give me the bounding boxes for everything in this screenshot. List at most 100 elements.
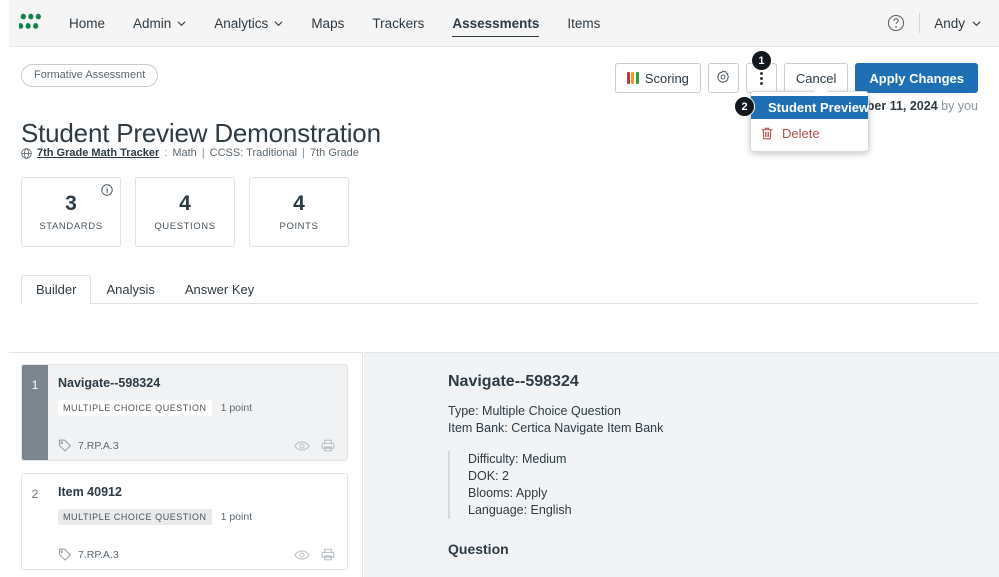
tag-icon [58, 439, 71, 452]
menu-item-delete[interactable]: Delete [751, 119, 868, 146]
stat-label: QUESTIONS [154, 221, 215, 232]
question-number: 2 [22, 474, 48, 569]
trash-icon [760, 126, 774, 141]
nav-item-admin[interactable]: Admin [119, 0, 200, 46]
stat-value: 4 [179, 193, 191, 214]
page-title: Student Preview Demonstration [21, 118, 381, 149]
question-meta: MULTIPLE CHOICE QUESTION 1 point [58, 400, 335, 416]
more-options-dropdown: Student Preview Delete [750, 91, 869, 152]
stat-label: POINTS [280, 221, 319, 232]
kebab-icon [760, 72, 763, 85]
nav-item-label: Trackers [372, 16, 424, 31]
menu-item-label: Delete [782, 126, 820, 141]
nav-item-items[interactable]: Items [553, 0, 614, 46]
more-options-button[interactable]: 1 [746, 63, 777, 93]
question-standard: 7.RP.A.3 [58, 439, 119, 452]
preview-eye-icon[interactable] [294, 440, 310, 452]
question-detail-pane: Navigate--598324 Type: Multiple Choice Q… [364, 352, 999, 577]
stat-value: 3 [65, 193, 77, 214]
question-list-item-1[interactable]: 1 Navigate--598324 MULTIPLE CHOICE QUEST… [21, 364, 348, 461]
question-body: Item 40912 MULTIPLE CHOICE QUESTION 1 po… [48, 474, 347, 569]
summary-stat-cards: 3 STANDARDS 4 QUESTIONS 4 POINTS [21, 177, 349, 247]
detail-language: Language: English [468, 502, 999, 519]
stat-card-standards: 3 STANDARDS [21, 177, 121, 247]
question-tools [294, 548, 335, 561]
step-badge-1: 1 [751, 50, 772, 71]
chevron-down-icon [274, 19, 283, 28]
detail-title: Navigate--598324 [448, 373, 999, 391]
question-standard-code: 7.RP.A.3 [78, 440, 119, 452]
detail-scrollbar[interactable] [990, 353, 999, 577]
apply-changes-button[interactable]: Apply Changes [855, 63, 978, 93]
nav-item-maps[interactable]: Maps [297, 0, 358, 46]
breadcrumb-pipe: | [302, 147, 305, 159]
tab-builder[interactable]: Builder [21, 275, 91, 304]
tag-icon [58, 548, 71, 561]
nav-divider [919, 13, 920, 33]
question-number: 1 [22, 365, 48, 460]
step-badge-2: 2 [734, 96, 755, 117]
nav-item-trackers[interactable]: Trackers [358, 0, 438, 46]
globe-icon [21, 148, 32, 159]
question-type-badge: MULTIPLE CHOICE QUESTION [58, 400, 212, 416]
settings-button[interactable] [708, 63, 739, 93]
question-title: Navigate--598324 [58, 376, 335, 390]
detail-item-bank: Item Bank: Certica Navigate Item Bank [448, 420, 999, 437]
nav-item-label: Items [567, 16, 600, 31]
breadcrumb-standard-set: CCSS: Traditional [210, 147, 297, 159]
print-icon[interactable] [321, 548, 335, 561]
nav-right-group: Andy [887, 13, 999, 33]
tab-analysis[interactable]: Analysis [91, 275, 169, 304]
stat-value: 4 [293, 193, 305, 214]
builder-panel: 1 Navigate--598324 MULTIPLE CHOICE QUEST… [9, 352, 999, 577]
nav-item-analytics[interactable]: Analytics [200, 0, 297, 46]
detail-attributes: Difficulty: Medium DOK: 2 Blooms: Apply … [448, 451, 999, 519]
breadcrumb-subject: Math [172, 147, 196, 159]
question-title: Item 40912 [58, 485, 335, 499]
help-icon[interactable] [887, 14, 905, 32]
nav-item-label: Home [69, 16, 105, 31]
top-navigation-bar: Home Admin Analytics Maps Trackers Asses… [9, 0, 999, 47]
chevron-down-icon [177, 19, 186, 28]
menu-item-label: Student Preview [768, 100, 869, 115]
question-tools [294, 439, 335, 452]
user-menu[interactable]: Andy [934, 16, 981, 31]
menu-item-student-preview[interactable]: Student Preview [751, 96, 868, 119]
stat-card-points: 4 POINTS [249, 177, 349, 247]
nav-item-assessments[interactable]: Assessments [438, 0, 553, 46]
question-meta: MULTIPLE CHOICE QUESTION 1 point [58, 509, 335, 525]
question-points: 1 point [221, 402, 253, 414]
question-points: 1 point [221, 511, 253, 523]
scoring-bars-icon [627, 72, 639, 84]
app-logo[interactable] [9, 13, 55, 33]
nav-item-label: Admin [133, 16, 171, 31]
preview-eye-icon[interactable] [294, 549, 310, 561]
scoring-label: Scoring [645, 71, 689, 86]
detail-dok: DOK: 2 [468, 468, 999, 485]
question-list-item-2[interactable]: 2 Item 40912 MULTIPLE CHOICE QUESTION 1 … [21, 473, 348, 570]
tab-answer-key[interactable]: Answer Key [170, 275, 269, 304]
print-icon[interactable] [321, 439, 335, 452]
gear-icon [715, 70, 731, 86]
breadcrumb-grade: 7th Grade [310, 147, 359, 159]
nav-item-label: Assessments [452, 16, 539, 31]
nav-item-home[interactable]: Home [55, 0, 119, 46]
chevron-down-icon [972, 19, 981, 28]
certica-leaf-logo [19, 13, 45, 33]
breadcrumb-pipe: | [202, 147, 205, 159]
assessment-type-pill: Formative Assessment [21, 64, 158, 87]
question-standard: 7.RP.A.3 [58, 548, 119, 561]
assessment-builder-page: Home Admin Analytics Maps Trackers Asses… [0, 0, 999, 577]
user-name: Andy [934, 16, 965, 31]
breadcrumb: 7th Grade Math Tracker : Math | CCSS: Tr… [21, 147, 359, 159]
stat-card-questions: 4 QUESTIONS [135, 177, 235, 247]
breadcrumb-colon: : [164, 147, 167, 159]
breadcrumb-tracker-link[interactable]: 7th Grade Math Tracker [37, 147, 159, 159]
info-icon[interactable] [101, 184, 113, 196]
scoring-button[interactable]: Scoring [615, 63, 701, 93]
nav-item-label: Analytics [214, 16, 268, 31]
action-toolbar: Scoring 1 Cancel Apply Changes [615, 63, 978, 93]
detail-type: Type: Multiple Choice Question [448, 403, 999, 420]
question-list-pane: 1 Navigate--598324 MULTIPLE CHOICE QUEST… [9, 352, 363, 577]
question-heading: Question [448, 541, 999, 557]
